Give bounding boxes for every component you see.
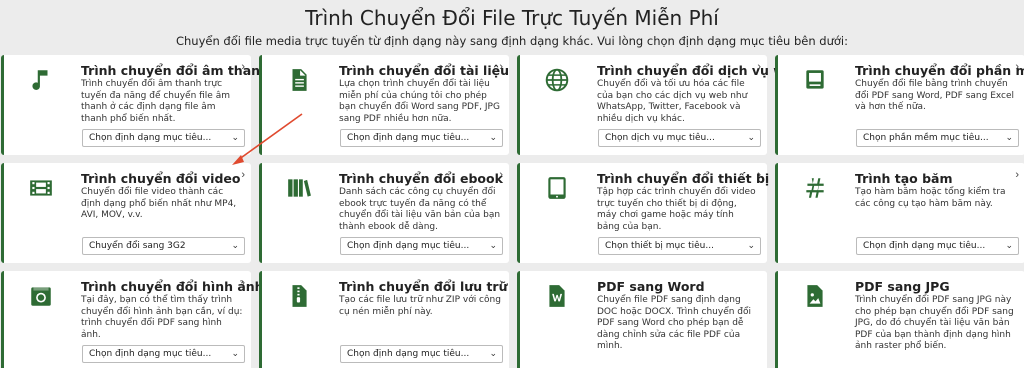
card-ebook-converter[interactable]: Trình chuyển đổi ebook › Danh sách các c… (259, 163, 509, 263)
chevron-down-icon: ⌄ (747, 241, 755, 251)
converter-grid: Trình chuyển đổi âm thanh › Trình chuyển… (0, 55, 1024, 368)
select-value: Chuyển đổi sang 3G2 (89, 241, 186, 251)
target-software-select[interactable]: Chọn phần mềm mục tiêu... ⌄ (856, 129, 1019, 147)
card-description: Tạo các file lưu trữ như ZIP với công cụ… (339, 295, 501, 317)
target-format-select[interactable]: Chọn định dạng mục tiêu... ⌄ (340, 237, 503, 255)
globe-icon (542, 65, 572, 95)
zip-file-icon (284, 281, 314, 311)
card-description: Danh sách các công cụ chuyển đổi ebook t… (339, 187, 501, 232)
card-description: Tập hợp các trình chuyển đổi video trực … (597, 187, 756, 232)
chevron-right-icon: › (1015, 169, 1019, 181)
word-file-icon (542, 281, 572, 311)
card-title: PDF sang Word (597, 279, 705, 294)
chevron-down-icon: ⌄ (489, 133, 497, 143)
hash-icon (800, 173, 830, 203)
chevron-right-icon: › (499, 277, 503, 289)
target-service-select[interactable]: Chọn dịch vụ mục tiêu... ⌄ (598, 129, 761, 147)
computer-icon (800, 65, 830, 95)
card-title: Trình chuyển đổi ebook (339, 171, 503, 186)
chevron-right-icon: › (499, 61, 503, 73)
card-pdf-to-word[interactable]: PDF sang Word Chuyển file PDF sang định … (517, 271, 767, 368)
card-description: Trình chuyển đổi PDF sang JPG này cho ph… (855, 295, 1014, 351)
select-value: Chọn định dạng mục tiêu... (89, 349, 212, 359)
card-title: Trình chuyển đổi phần mềm (855, 63, 1024, 78)
select-value: Chọn dịch vụ mục tiêu... (605, 133, 715, 143)
document-icon (284, 65, 314, 95)
card-description: Tại đây, bạn có thể tìm thấy trình chuyể… (81, 295, 243, 340)
card-software-converter[interactable]: Trình chuyển đổi phần mềm › Chuyển đổi f… (775, 55, 1024, 155)
select-value: Chọn thiết bị mục tiêu... (605, 241, 714, 251)
card-webservice-converter[interactable]: Trình chuyển đổi dịch vụ web › Chuyển đổ… (517, 55, 803, 155)
card-title: Trình chuyển đổi thiết bị (597, 171, 770, 186)
target-format-select[interactable]: Chọn định dạng mục tiêu... ⌄ (82, 129, 245, 147)
select-value: Chọn định dạng mục tiêu... (89, 133, 212, 143)
target-device-select[interactable]: Chọn thiết bị mục tiêu... ⌄ (598, 237, 761, 255)
card-pdf-to-jpg[interactable]: PDF sang JPG Trình chuyển đổi PDF sang J… (775, 271, 1024, 368)
chevron-right-icon: › (757, 169, 761, 181)
page-title: Trình Chuyển Đổi File Trực Tuyến Miễn Ph… (305, 6, 719, 30)
chevron-down-icon: ⌄ (489, 349, 497, 359)
card-description: Chuyển file PDF sang định dạng DOC hoặc … (597, 295, 752, 351)
card-image-converter[interactable]: Trình chuyển đổi hình ảnh › Tại đây, bạn… (1, 271, 264, 368)
target-format-select[interactable]: Chọn định dạng mục tiêu... ⌄ (340, 129, 503, 147)
tablet-icon (542, 173, 572, 203)
chevron-right-icon: › (499, 169, 503, 181)
target-format-select[interactable]: Chọn định dạng mục tiêu... ⌄ (856, 237, 1019, 255)
select-value: Chọn định dạng mục tiêu... (863, 241, 986, 251)
select-value: Chọn định dạng mục tiêu... (347, 349, 470, 359)
card-audio-converter[interactable]: Trình chuyển đổi âm thanh › Trình chuyển… (1, 55, 269, 155)
select-value: Chọn định dạng mục tiêu... (347, 241, 470, 251)
card-title: Trình chuyển đổi video (81, 171, 241, 186)
card-title: Trình chuyển đổi tài liệu (339, 63, 510, 78)
card-title: Trình chuyển đổi âm thanh (81, 63, 269, 78)
select-value: Chọn định dạng mục tiêu... (347, 133, 470, 143)
chevron-down-icon: ⌄ (489, 241, 497, 251)
chevron-right-icon: › (241, 277, 245, 289)
chevron-right-icon: › (241, 169, 245, 181)
chevron-right-icon: › (757, 61, 761, 73)
card-description: Lựa chọn trình chuyển đổi tài liệu miễn … (339, 79, 500, 124)
card-device-converter[interactable]: Trình chuyển đổi thiết bị › Tập hợp các … (517, 163, 770, 263)
card-description: Chuyển đổi và tối ưu hóa các file của bạ… (597, 79, 748, 124)
card-video-converter[interactable]: Trình chuyển đổi video › Chuyển đổi file… (1, 163, 251, 263)
card-description: Chuyển đổi file video thành các định dạn… (81, 187, 237, 220)
chevron-down-icon: ⌄ (1005, 133, 1013, 143)
select-value: Chọn phần mềm mục tiêu... (863, 133, 989, 143)
chevron-down-icon: ⌄ (747, 133, 755, 143)
chevron-down-icon: ⌄ (231, 133, 239, 143)
card-title: Trình chuyển đổi dịch vụ web (597, 63, 803, 78)
card-title: Trình tạo băm (855, 171, 953, 186)
target-format-select[interactable]: Chọn định dạng mục tiêu... ⌄ (82, 345, 245, 363)
film-icon (26, 173, 56, 203)
chevron-down-icon: ⌄ (1005, 241, 1013, 251)
card-title: Trình chuyển đổi hình ảnh (81, 279, 264, 294)
card-description: Trình chuyển đổi âm thanh trực tuyến đa … (81, 79, 230, 124)
books-icon (284, 173, 314, 203)
camera-icon (26, 281, 56, 311)
card-archive-converter[interactable]: Trình chuyển đổi lưu trữ › Tạo các file … (259, 271, 509, 368)
target-format-select[interactable]: Chọn định dạng mục tiêu... ⌄ (340, 345, 503, 363)
chevron-right-icon: › (1015, 61, 1019, 73)
chevron-right-icon: › (241, 61, 245, 73)
card-hash-generator[interactable]: Trình tạo băm › Tạo hàm băm hoặc tổng ki… (775, 163, 1024, 263)
chevron-down-icon: ⌄ (231, 241, 239, 251)
image-file-icon (800, 281, 830, 311)
card-description: Tạo hàm băm hoặc tổng kiểm tra các công … (855, 187, 1006, 209)
card-document-converter[interactable]: Trình chuyển đổi tài liệu › Lựa chọn trì… (259, 55, 509, 155)
target-format-select[interactable]: Chuyển đổi sang 3G2 ⌄ (82, 237, 245, 255)
page-subtitle: Chuyển đổi file media trực tuyến từ định… (175, 34, 848, 48)
chevron-down-icon: ⌄ (231, 349, 239, 359)
card-description: Chuyển đổi file bằng trình chuyển đổi PD… (855, 79, 1015, 112)
card-title: PDF sang JPG (855, 279, 950, 294)
card-title: Trình chuyển đổi lưu trữ (339, 279, 508, 294)
music-note-icon (26, 65, 56, 95)
